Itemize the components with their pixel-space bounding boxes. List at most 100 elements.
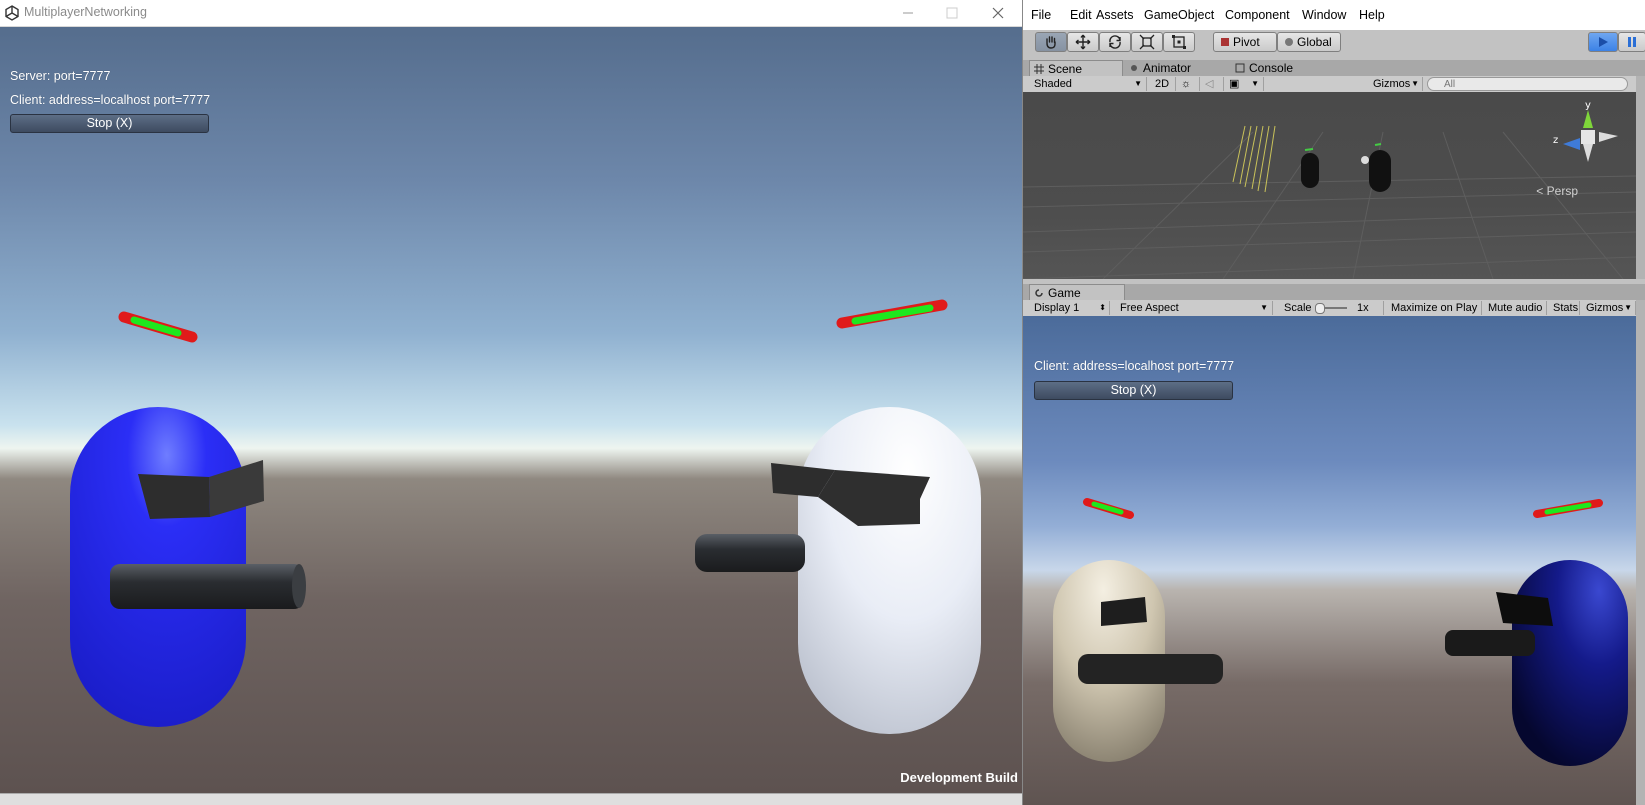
hand-tool-button[interactable]	[1035, 32, 1067, 52]
pause-icon	[1628, 37, 1636, 47]
menu-help[interactable]: Help	[1359, 8, 1385, 22]
standalone-game-window: MultiplayerNetworking Server: port=7777 …	[0, 0, 1022, 805]
chevron-updown-icon: ⬍	[1099, 303, 1106, 312]
slider-thumb[interactable]	[1315, 303, 1325, 314]
shading-value: Shaded	[1034, 78, 1072, 90]
game-gizmos-label: Gizmos	[1586, 302, 1624, 314]
menu-assets[interactable]: Assets	[1096, 8, 1134, 22]
tab-animator[interactable]: Animator	[1125, 60, 1221, 76]
pause-button[interactable]	[1618, 32, 1645, 52]
rotate-tool-button[interactable]	[1099, 32, 1131, 52]
menu-bar: File Edit Assets GameObject Component Wi…	[1023, 0, 1645, 30]
2d-label: 2D	[1155, 78, 1170, 90]
gizmos-dropdown[interactable]: Gizmos ▼	[1368, 77, 1423, 91]
minimize-icon	[903, 12, 913, 14]
chevron-down-icon: ▼	[1624, 303, 1632, 312]
main-toolbar: Pivot Global	[1023, 30, 1645, 58]
scale-value: 1x	[1357, 302, 1369, 314]
persp-text: Persp	[1546, 184, 1578, 198]
gizmo-z-label: z	[1553, 135, 1558, 146]
2d-toggle[interactable]: 2D	[1150, 77, 1176, 91]
hand-icon	[1046, 36, 1056, 49]
mute-label: Mute audio	[1488, 302, 1543, 314]
mute-audio-toggle[interactable]: Mute audio	[1483, 301, 1547, 315]
rect-icon	[1172, 35, 1186, 49]
maximize-label: Maximize on Play	[1391, 302, 1478, 314]
scene-player-blue	[1301, 153, 1319, 188]
speaker-icon: ◁	[1205, 78, 1214, 90]
move-tool-button[interactable]	[1067, 32, 1099, 52]
scale-slider[interactable]: Scale 1x	[1279, 301, 1384, 315]
scene-toolbar: Shaded ▼ 2D ☼ ◁ ▣ ▼ Gizmos ▼	[1023, 76, 1645, 93]
game-scene-render	[70, 299, 981, 734]
close-button[interactable]	[976, 0, 1020, 26]
tab-animator-label: Animator	[1143, 61, 1192, 75]
menu-file[interactable]: File	[1031, 8, 1051, 22]
gizmos-label: Gizmos	[1373, 78, 1411, 90]
window-titlebar[interactable]: MultiplayerNetworking	[0, 0, 1022, 27]
pivot-toggle[interactable]: Pivot	[1213, 32, 1277, 52]
maximize-on-play-toggle[interactable]: Maximize on Play	[1386, 301, 1482, 315]
global-toggle[interactable]: Global	[1277, 32, 1341, 52]
persp-label[interactable]: < Persp	[1536, 184, 1578, 198]
game-toolbar: Display 1 ⬍ Free Aspect ▼ Scale 1x Maximiz…	[1023, 300, 1645, 317]
tab-scene-label: Scene	[1048, 62, 1083, 76]
tab-scene[interactable]: Scene	[1029, 60, 1123, 76]
scene-search-input[interactable]	[1427, 77, 1628, 91]
game-viewport[interactable]: Server: port=7777 Client: address=localh…	[0, 27, 1022, 793]
chevron-down-icon: ▼	[1134, 79, 1142, 88]
game-scrollbar[interactable]	[1636, 300, 1645, 805]
blue-player	[70, 311, 306, 727]
lighting-toggle[interactable]: ☼	[1176, 77, 1200, 91]
game-view-beige-player	[1053, 498, 1223, 762]
blue-player-health-bar	[118, 311, 198, 343]
maximize-icon	[946, 7, 958, 19]
move-icon	[1075, 34, 1091, 50]
globe-icon	[1285, 38, 1293, 46]
console-icon	[1235, 63, 1245, 73]
game-view[interactable]: Client: address=localhost port=7777 Stop…	[1023, 316, 1636, 805]
game-icon	[1035, 289, 1043, 297]
scale-icon	[1139, 34, 1155, 50]
scale-tool-button[interactable]	[1131, 32, 1163, 52]
maximize-button[interactable]	[930, 0, 974, 26]
game-gizmos-dropdown[interactable]: Gizmos ▼	[1581, 301, 1636, 315]
minimize-button[interactable]	[886, 0, 930, 26]
display-dropdown[interactable]: Display 1 ⬍	[1029, 301, 1110, 315]
scene-scrollbar[interactable]	[1636, 76, 1645, 279]
tab-game-label: Game	[1048, 286, 1081, 300]
scene-icon	[1034, 64, 1044, 74]
audio-toggle[interactable]: ◁	[1200, 77, 1224, 91]
pivot-label: Pivot	[1233, 35, 1260, 49]
play-button[interactable]	[1588, 32, 1618, 52]
effects-dropdown[interactable]: ▣ ▼	[1224, 77, 1264, 91]
scale-label: Scale	[1284, 302, 1312, 314]
tab-game[interactable]: Game	[1029, 284, 1125, 300]
window-title: MultiplayerNetworking	[24, 5, 147, 19]
menu-window[interactable]: Window	[1302, 8, 1346, 22]
tab-console-label: Console	[1249, 61, 1294, 75]
chevron-down-icon: ▼	[1411, 79, 1419, 88]
white-player	[695, 299, 981, 734]
aspect-dropdown[interactable]: Free Aspect ▼	[1115, 301, 1273, 315]
unity-editor: File Edit Assets GameObject Component Wi…	[1022, 0, 1645, 805]
game-view-navy-player	[1445, 499, 1628, 766]
stats-toggle[interactable]: Stats	[1548, 301, 1580, 315]
game-view-render	[1053, 498, 1628, 766]
display-value: Display 1	[1034, 302, 1080, 314]
scene-tab-strip: Scene Animator Console	[1023, 60, 1645, 76]
shading-dropdown[interactable]: Shaded ▼	[1029, 77, 1147, 91]
menu-gameobject[interactable]: GameObject	[1144, 8, 1214, 22]
menu-edit[interactable]: Edit	[1070, 8, 1092, 22]
menu-component[interactable]: Component	[1225, 8, 1290, 22]
tab-console[interactable]: Console	[1231, 60, 1327, 76]
rect-tool-button[interactable]	[1163, 32, 1195, 52]
play-icon	[1599, 37, 1608, 47]
stats-label: Stats	[1553, 302, 1579, 314]
image-icon: ▣	[1229, 78, 1240, 90]
gizmo-y-label: y	[1585, 100, 1591, 111]
chevron-down-icon: ▼	[1251, 79, 1259, 88]
scene-player-white	[1369, 150, 1391, 192]
scene-view[interactable]: y z < Persp	[1023, 92, 1636, 279]
taskbar-strip	[0, 793, 1022, 805]
